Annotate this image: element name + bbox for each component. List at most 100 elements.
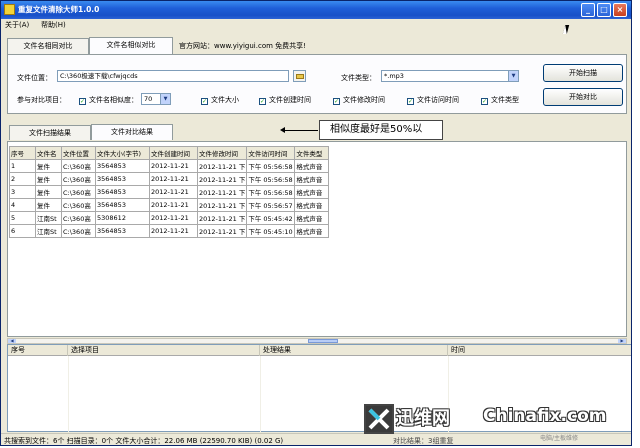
- checkbox-check-icon: ✓: [333, 98, 340, 105]
- similarity-checkbox[interactable]: ✓ 文件名相似度：: [79, 95, 138, 105]
- cell: 2012-11-21: [149, 211, 198, 225]
- log-col-index[interactable]: 序号: [8, 345, 68, 356]
- cell: 3564853: [95, 159, 150, 173]
- file-type-value: *.mp3: [384, 72, 404, 80]
- cell: 2012-11-21: [149, 172, 198, 186]
- col-header[interactable]: 文件修改时间: [196, 146, 248, 160]
- cell: 复件: [35, 185, 62, 199]
- col-header[interactable]: 文件名: [35, 146, 62, 160]
- table-row[interactable]: 6 江南St C:\360高 3564853 2012-11-21 2012-11-21 …: [9, 224, 330, 238]
- cell: 下午 05:56:57: [246, 198, 296, 212]
- checkbox-label: 文件修改时间: [343, 96, 385, 104]
- start-scan-button[interactable]: 开始扫描: [543, 64, 623, 82]
- cell: 格式声音: [294, 211, 330, 225]
- table-row[interactable]: 3 复件 C:\360高 3564853 2012-11-21 2012-11-21 下下…: [9, 185, 330, 199]
- menu-about[interactable]: 关于(A): [5, 20, 29, 30]
- cell: C:\360高: [61, 159, 96, 173]
- checkbox-create-time[interactable]: ✓ 文件创建时间: [259, 95, 311, 105]
- watermark-logo-icon: [364, 404, 394, 434]
- col-header[interactable]: 文件位置: [61, 146, 96, 160]
- cell: 1: [9, 159, 36, 173]
- col-header[interactable]: 序号: [9, 146, 36, 160]
- website-text: 官方网站：www.yiyigui.com 免费共享!: [179, 42, 306, 50]
- checkbox-file-type[interactable]: ✓ 文件类型: [481, 95, 519, 105]
- checkbox-access-time[interactable]: ✓ 文件访问时间: [407, 95, 459, 105]
- col-header[interactable]: 文件类型: [294, 146, 330, 160]
- cell: 2012-11-21 下: [196, 224, 248, 238]
- location-label: 文件位置：: [17, 74, 52, 82]
- scroll-left-icon[interactable]: ◀: [8, 339, 16, 343]
- col-header[interactable]: 文件访问时间: [246, 146, 296, 160]
- similarity-select[interactable]: 70 ▼: [141, 93, 171, 105]
- app-icon: [4, 4, 15, 15]
- cell: 2012-11-21 下: [196, 172, 248, 186]
- tab-compare-results[interactable]: 文件对比结果: [91, 124, 173, 140]
- log-col-time[interactable]: 时间: [448, 345, 631, 356]
- cell: 2012-11-21 下: [196, 211, 248, 225]
- menu-help[interactable]: 帮助(H): [41, 20, 66, 30]
- log-col-result[interactable]: 处理结果: [260, 345, 448, 356]
- chevron-down-icon[interactable]: ▼: [508, 71, 518, 81]
- scrollbar-thumb[interactable]: [308, 339, 338, 343]
- log-divider: [260, 356, 261, 432]
- maximize-button[interactable]: □: [597, 3, 611, 17]
- cell: 下午 05:45:42: [246, 211, 296, 225]
- watermark-x-icon: [368, 408, 390, 430]
- start-compare-button[interactable]: 开始对比: [543, 88, 623, 106]
- checkbox-label: 文件访问时间: [417, 96, 459, 104]
- cell: 格式声音: [294, 224, 330, 238]
- tab-similar-name-compare[interactable]: 文件名相似对比: [89, 37, 173, 54]
- cell: 6: [9, 224, 36, 238]
- table-row[interactable]: 5 江南St C:\360高 5308612 2012-11-21 2012-11-21 …: [9, 211, 330, 225]
- cell: 下午 05:45:10: [246, 224, 296, 238]
- cell: 江南St: [35, 211, 62, 225]
- cell: C:\360高: [61, 185, 96, 199]
- cell: C:\360高: [61, 224, 96, 238]
- menu-bar: 关于(A) 帮助(H): [1, 19, 631, 31]
- log-header: 序号 选择项目 处理结果 时间: [8, 345, 631, 356]
- tab-same-name-compare[interactable]: 文件名相同对比: [7, 38, 89, 54]
- cell: 格式声音: [294, 198, 330, 212]
- col-header[interactable]: 文件大小(字节): [95, 146, 150, 160]
- browse-folder-button[interactable]: [293, 70, 306, 82]
- table-header-row: 序号 文件名 文件位置 文件大小(字节) 文件创建时间 文件修改时间 文件访问时…: [9, 146, 330, 160]
- similarity-label: 文件名相似度：: [89, 96, 138, 104]
- cell: C:\360高: [61, 172, 96, 186]
- cell: 3564853: [95, 172, 150, 186]
- status-compare-result: 对比结果：3组重复: [393, 437, 454, 445]
- cell: 格式声音: [294, 185, 330, 199]
- table-row[interactable]: 4 复件 C:\360高 3564853 2012-11-21 2012-11-21 下下…: [9, 198, 330, 212]
- settings-panel: [7, 54, 627, 114]
- cell: 2012-11-21: [149, 224, 198, 238]
- checkbox-modify-time[interactable]: ✓ 文件修改时间: [333, 95, 385, 105]
- scroll-right-icon[interactable]: ▶: [618, 339, 626, 343]
- cell: 格式声音: [294, 159, 330, 173]
- cell: 2012-11-21 下: [196, 198, 248, 212]
- cell: 3564853: [95, 224, 150, 238]
- minimize-button[interactable]: _: [581, 3, 595, 17]
- table-row[interactable]: 1 复件 C:\360高 3564853 2012-11-21 2012-11-21 下下…: [9, 159, 330, 173]
- cell: 江南St: [35, 224, 62, 238]
- cell: 下午 05:56:58: [246, 185, 296, 199]
- checkbox-check-icon: ✓: [79, 98, 86, 105]
- cell: 2012-11-21: [149, 185, 198, 199]
- checkbox-check-icon: ✓: [407, 98, 414, 105]
- status-bar: 共搜索到文件：6个 扫描目录：0个 文件大小合计：22.06 MB (22590…: [1, 433, 631, 445]
- table-row[interactable]: 2 复件 C:\360高 3564853 2012-11-21 2012-11-21 下下…: [9, 172, 330, 186]
- checkbox-file-size[interactable]: ✓ 文件大小: [201, 95, 239, 105]
- cell: 复件: [35, 198, 62, 212]
- log-col-item[interactable]: 选择项目: [68, 345, 260, 356]
- close-button[interactable]: ×: [613, 3, 627, 17]
- cell: 2012-11-21 下: [196, 159, 248, 173]
- watermark-sub-text: 电脑/主板维修: [540, 435, 579, 442]
- cell: 2012-11-21 下: [196, 185, 248, 199]
- title-bar[interactable]: 重复文件清除大师1.0.0 _ □ ×: [1, 1, 631, 19]
- tab-scan-results[interactable]: 文件扫描结果: [9, 125, 91, 140]
- options-label: 参与对比项目：: [17, 96, 66, 104]
- col-header[interactable]: 文件创建时间: [149, 146, 198, 160]
- type-label: 文件类型：: [341, 74, 376, 82]
- location-input[interactable]: C:\360极速下载\cfwjqcds: [57, 70, 289, 82]
- cell: 3564853: [95, 185, 150, 199]
- chevron-down-icon[interactable]: ▼: [160, 94, 170, 104]
- file-type-select[interactable]: *.mp3 ▼: [381, 70, 519, 82]
